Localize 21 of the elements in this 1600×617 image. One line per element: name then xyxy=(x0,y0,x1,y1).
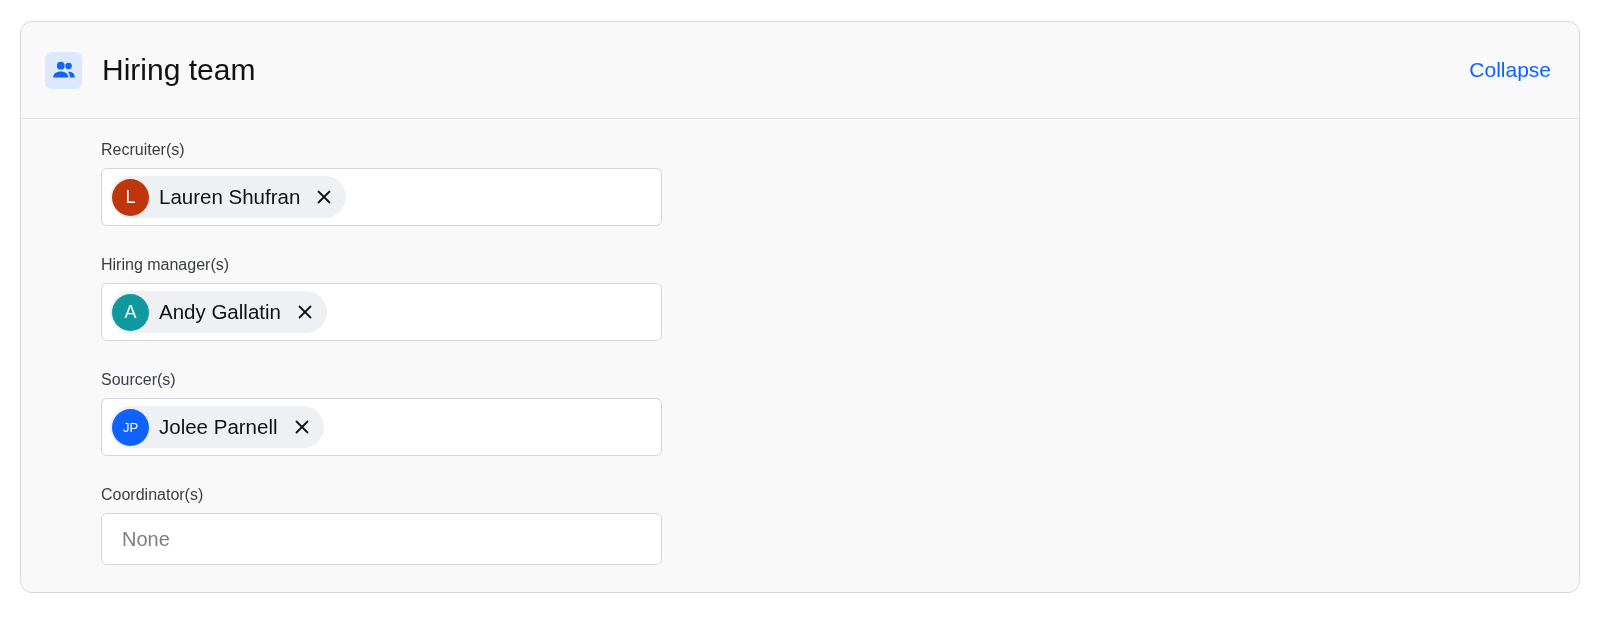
avatar: JP xyxy=(112,408,149,446)
person-name: Andy Gallatin xyxy=(159,300,281,324)
input-field[interactable]: A Andy Gallatin xyxy=(101,283,662,341)
input-field[interactable]: JP Jolee Parnell xyxy=(101,398,662,456)
field-label: Hiring manager(s) xyxy=(101,256,231,274)
team-icon xyxy=(45,51,82,89)
remove-icon[interactable] xyxy=(316,189,333,205)
field-label: Recruiter(s) xyxy=(101,141,186,159)
avatar: A xyxy=(112,293,149,331)
input-field[interactable]: L Lauren Shufran xyxy=(101,168,662,226)
remove-icon[interactable] xyxy=(296,304,313,320)
person-name: Jolee Parnell xyxy=(159,415,278,439)
section-title: Hiring team xyxy=(102,53,257,87)
avatar: L xyxy=(112,178,149,216)
field-label: Sourcer(s) xyxy=(101,371,177,389)
collapse-link[interactable]: Collapse xyxy=(1469,58,1551,82)
input-field[interactable]: None xyxy=(101,513,662,565)
field-label: Coordinator(s) xyxy=(101,486,205,504)
remove-icon[interactable] xyxy=(293,419,310,435)
person-name: Lauren Shufran xyxy=(159,185,301,209)
placeholder-text: None xyxy=(122,527,170,551)
